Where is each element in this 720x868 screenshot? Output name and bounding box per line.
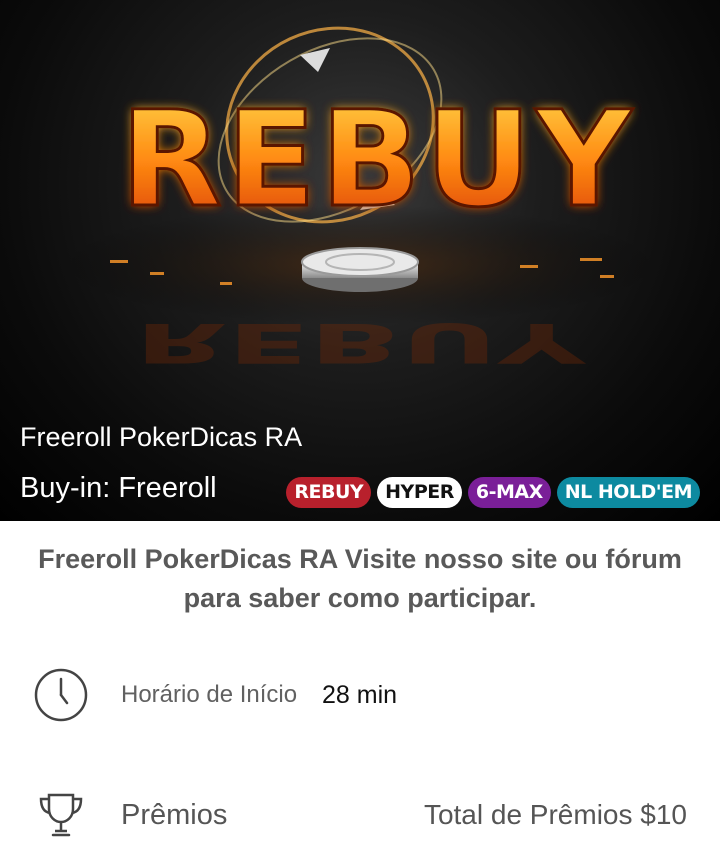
trophy-icon [39,793,83,837]
tournament-title: Freeroll PokerDicas RA [20,422,303,452]
tag-hyper: HYPER [377,477,462,508]
tournament-description: Freeroll PokerDicas RA Visite nosso site… [38,544,682,613]
clock-icon [34,668,88,722]
tournament-tags: REBUY HYPER 6-MAX NL HOLD'EM [286,477,700,508]
start-time-row: Horário de Início 28 min [0,664,720,726]
start-time-value: 28 min [322,680,398,709]
rebuy-reflection: REBUY [135,311,587,374]
tag-nl-holdem: NL HOLD'EM [556,477,700,508]
buyin-label: Buy-in: Freeroll [20,472,217,504]
prizes-total: Total de Prêmios $10 [423,799,687,830]
prizes-label: Prêmios [121,798,228,831]
prizes-row[interactable]: Prêmios Total de Prêmios $10 [0,784,720,846]
tournament-banner: REBUY REBUY Freeroll PokerDicas RA Buy-i… [0,0,720,521]
rebuy-banner-art: REBUY REBUY [60,26,660,374]
tag-rebuy: REBUY [286,477,372,508]
tag-6-max: 6-MAX [467,477,551,508]
start-time-label: Horário de Início [121,681,298,708]
rebuy-neon-text: REBUY [120,83,635,237]
